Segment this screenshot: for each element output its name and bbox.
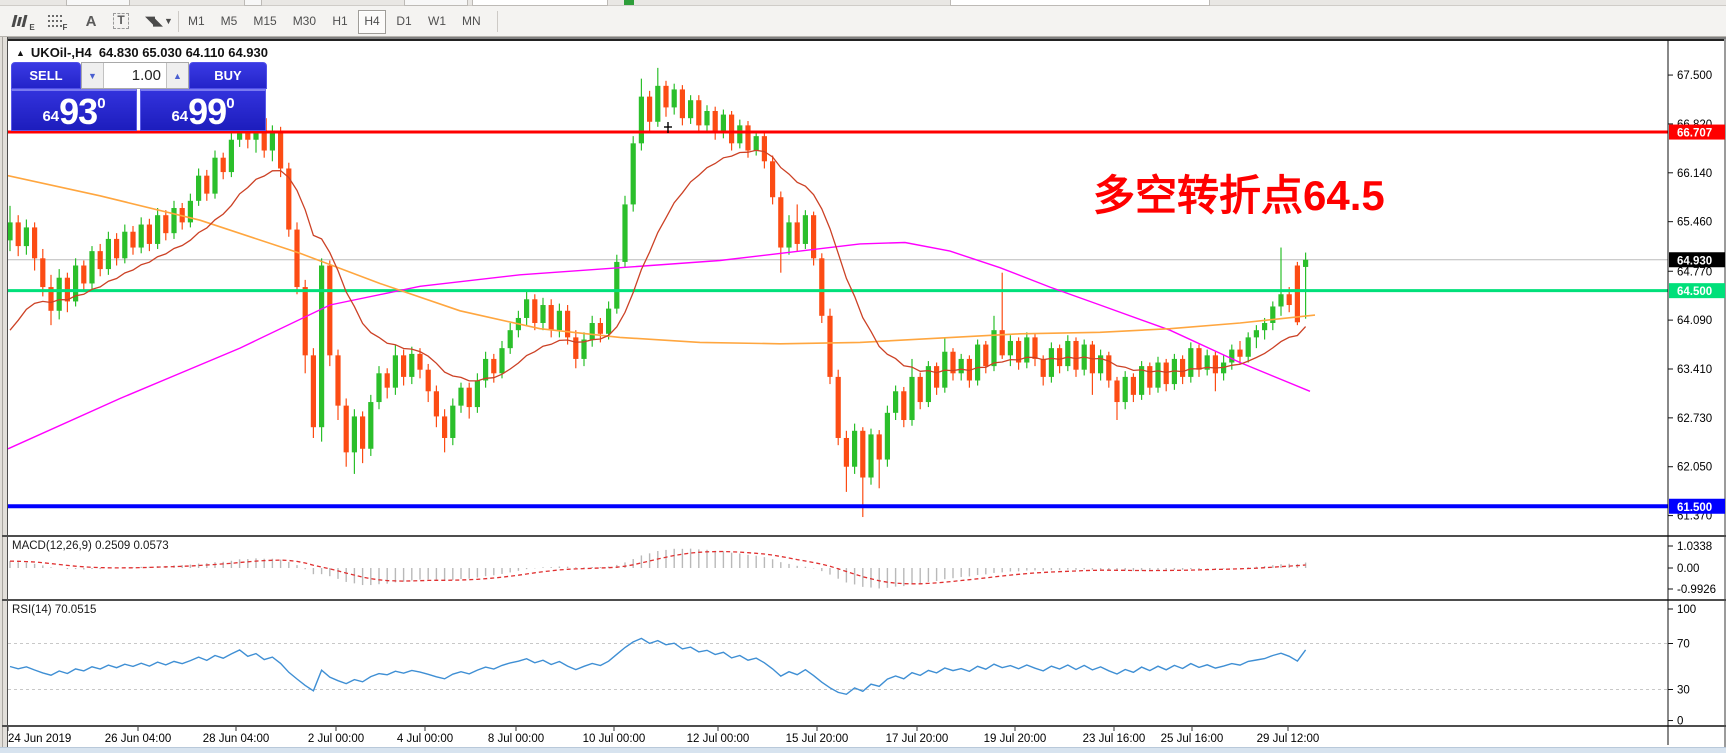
svg-text:25 Jul 16:00: 25 Jul 16:00	[1161, 733, 1224, 745]
volume-input[interactable]: 1.00	[104, 63, 166, 88]
ask-price-main: 99	[188, 91, 227, 133]
svg-text:63.410: 63.410	[1677, 364, 1712, 376]
svg-text:10 Jul 00:00: 10 Jul 00:00	[583, 733, 646, 745]
ask-price-point: 0	[226, 95, 235, 112]
ask-price-prefix: 64	[171, 108, 189, 125]
svg-text:64.500: 64.500	[1677, 286, 1712, 298]
svg-text:0: 0	[1677, 716, 1683, 728]
price-scale[interactable]: 67.50066.82066.14065.46064.77064.09063.4…	[1668, 70, 1725, 523]
svg-text:66.707: 66.707	[1677, 128, 1712, 140]
rsi-indicator: 100 70 30 0	[8, 604, 1696, 728]
svg-text:61.500: 61.500	[1677, 502, 1712, 514]
macd-indicator: 1.0338 0.00 -0.9926	[9, 541, 1716, 596]
svg-text:64.090: 64.090	[1677, 315, 1712, 327]
rsi-label: RSI(14) 70.0515	[12, 604, 97, 616]
bid-price-point: 0	[97, 95, 106, 112]
svg-text:65.460: 65.460	[1677, 217, 1712, 229]
chart-title: ▲ UKOil-,H4 64.830 65.030 64.110 64.930	[16, 45, 268, 60]
candlesticks	[8, 67, 1309, 518]
svg-text:67.500: 67.500	[1677, 70, 1712, 82]
svg-text:15 Jul 20:00: 15 Jul 20:00	[786, 733, 849, 745]
svg-text:64.930: 64.930	[1677, 255, 1712, 267]
svg-text:24 Jun 2019: 24 Jun 2019	[8, 733, 71, 745]
volume-down-button[interactable]: ▼	[82, 63, 104, 88]
volume-up-button[interactable]: ▲	[166, 63, 188, 88]
ohlc-values: 64.830 65.030 64.110 64.930	[98, 45, 268, 60]
ask-price-button[interactable]: 64 99 0	[140, 89, 266, 131]
svg-text:30: 30	[1677, 685, 1690, 697]
svg-text:8 Jul 00:00: 8 Jul 00:00	[488, 733, 544, 745]
chart-annotation-text: 多空转折点64.5	[1093, 172, 1385, 219]
svg-text:64.770: 64.770	[1677, 266, 1712, 278]
volume-stepper: ▼ 1.00 ▲	[81, 62, 189, 89]
svg-text:62.050: 62.050	[1677, 462, 1712, 474]
main-plot	[8, 67, 1668, 518]
svg-text:2 Jul 00:00: 2 Jul 00:00	[308, 733, 364, 745]
svg-text:28 Jun 04:00: 28 Jun 04:00	[203, 733, 270, 745]
svg-text:17 Jul 20:00: 17 Jul 20:00	[886, 733, 949, 745]
symbol-label: UKOil-,H4	[30, 45, 92, 60]
buy-button[interactable]: BUY	[189, 62, 267, 89]
svg-text:23 Jul 16:00: 23 Jul 16:00	[1083, 733, 1146, 745]
macd-label: MACD(12,26,9) 0.2509 0.0573	[12, 540, 169, 552]
svg-text:66.140: 66.140	[1677, 168, 1712, 180]
svg-text:1.0338: 1.0338	[1677, 541, 1712, 553]
bid-price-prefix: 64	[42, 108, 60, 125]
bid-price-main: 93	[59, 91, 98, 133]
time-axis[interactable]: 24 Jun 2019 26 Jun 04:00 28 Jun 04:00 2 Jul…	[7, 727, 1320, 745]
svg-text:26 Jun 04:00: 26 Jun 04:00	[105, 733, 172, 745]
one-click-trade-panel: SELL ▼ 1.00 ▲ BUY 64 93 0 64 99 0	[11, 62, 267, 131]
svg-text:12 Jul 00:00: 12 Jul 00:00	[687, 733, 750, 745]
svg-text:-0.9926: -0.9926	[1677, 584, 1716, 596]
svg-text:19 Jul 20:00: 19 Jul 20:00	[984, 733, 1047, 745]
svg-text:4 Jul 00:00: 4 Jul 00:00	[397, 733, 453, 745]
svg-text:62.730: 62.730	[1677, 413, 1712, 425]
collapse-icon[interactable]: ▲	[16, 48, 25, 58]
sell-button[interactable]: SELL	[11, 62, 81, 89]
svg-text:100: 100	[1677, 604, 1696, 616]
svg-text:0.00: 0.00	[1677, 563, 1699, 575]
svg-text:29 Jul 12:00: 29 Jul 12:00	[1257, 733, 1320, 745]
bid-price-button[interactable]: 64 93 0	[11, 89, 137, 131]
svg-text:70: 70	[1677, 639, 1690, 651]
